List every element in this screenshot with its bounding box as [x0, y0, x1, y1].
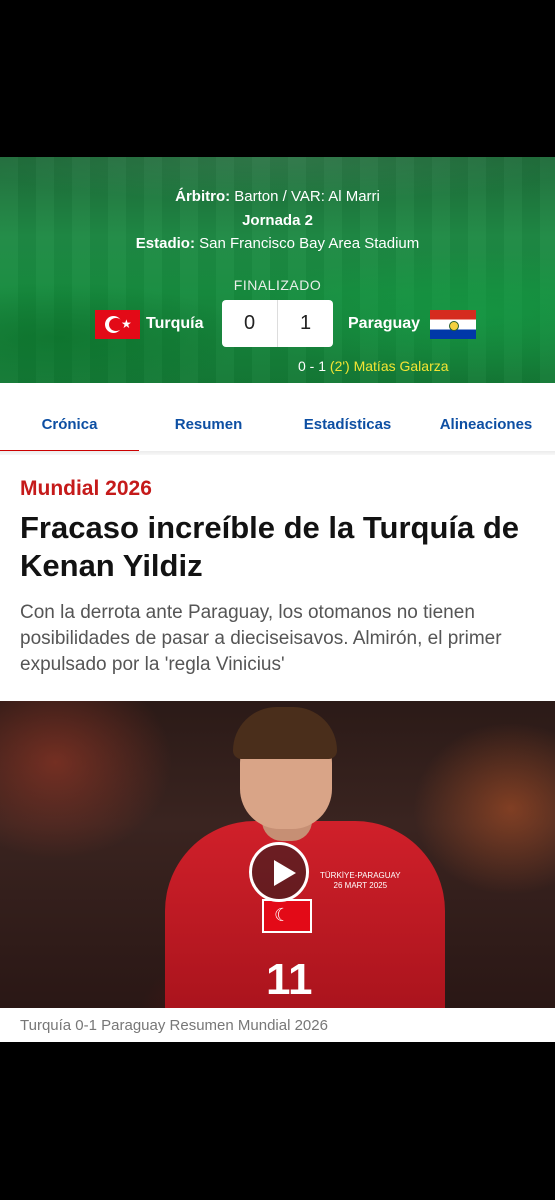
turkey-flag-icon: ★ [95, 310, 140, 339]
referee-info: Árbitro: Barton / VAR: Al Marri [0, 188, 555, 205]
video-caption: Turquía 0-1 Paraguay Resumen Mundial 202… [20, 1017, 328, 1034]
shirt-crest-line1: TÜRKİYE-PARAGUAY [320, 871, 401, 880]
paraguay-flag-icon [430, 310, 476, 339]
article-headline: Fracaso increíble de la Turquía de Kenan… [20, 510, 520, 583]
stadium-label: Estadio: [135, 235, 195, 252]
tab-estadisticas[interactable]: Estadísticas [278, 383, 417, 455]
goal-running-score: 0 - 1 [298, 358, 327, 374]
tab-cronica[interactable]: Crónica [0, 383, 139, 455]
player-hair [233, 707, 337, 759]
match-tabs: Crónica Resumen Estadísticas Alineacione… [0, 383, 555, 455]
tab-resumen[interactable]: Resumen [139, 383, 278, 455]
referee-value: Barton / VAR: Al Marri [234, 188, 380, 205]
stadium-value: San Francisco Bay Area Stadium [199, 235, 420, 252]
article-standfirst: Con la derrota ante Paraguay, los otoman… [20, 602, 502, 675]
away-team-name[interactable]: Paraguay [348, 315, 420, 333]
match-status: FINALIZADO [233, 277, 322, 293]
article-category[interactable]: Mundial 2026 [20, 477, 152, 501]
shirt-flag-icon: ☾ [262, 899, 312, 933]
video-player[interactable]: ☾ TÜRKİYE-PARAGUAY 26 MART 2025 11 [0, 701, 555, 1008]
goal-scorer: Matías Galarza [353, 358, 449, 374]
shirt-number: 11 [266, 955, 313, 1004]
match-header: Árbitro: Barton / VAR: Al Marri Jornada … [0, 157, 555, 383]
home-score: 0 [243, 312, 256, 334]
shirt-match-crest: TÜRKİYE-PARAGUAY 26 MART 2025 [320, 871, 401, 891]
goal-event: 0 - 1 (2') Matías Galarza [298, 358, 449, 374]
tabs-divider [0, 451, 555, 455]
home-team-name[interactable]: Turquía [146, 315, 203, 333]
play-icon[interactable] [249, 842, 309, 902]
away-score: 1 [299, 312, 312, 334]
shirt-crest-line2: 26 MART 2025 [333, 881, 388, 890]
tab-alineaciones[interactable]: Alineaciones [417, 383, 555, 455]
referee-label: Árbitro: [175, 188, 231, 205]
stadium-info: Estadio: San Francisco Bay Area Stadium [0, 235, 555, 252]
scoreboard: 0 1 [222, 300, 333, 347]
round-info: Jornada 2 [242, 212, 313, 229]
match-report-page: Árbitro: Barton / VAR: Al Marri Jornada … [0, 157, 555, 1042]
goal-minute: (2') [329, 358, 350, 374]
